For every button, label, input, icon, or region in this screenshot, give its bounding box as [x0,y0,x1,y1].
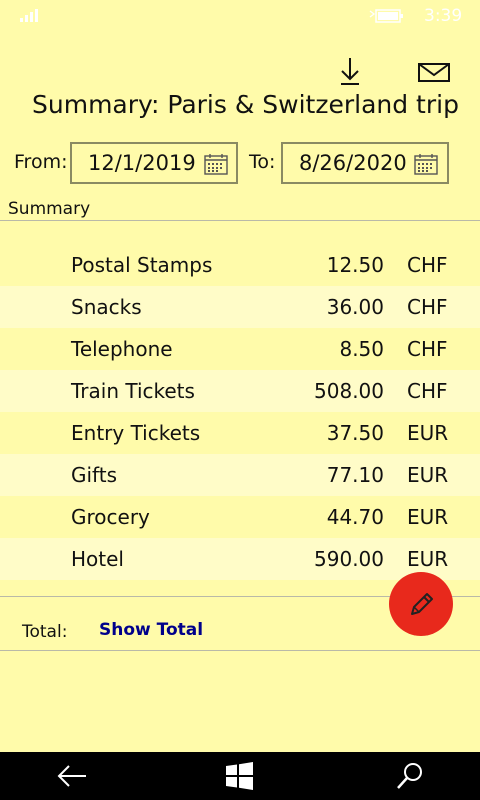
item-name: Grocery [71,505,150,529]
calendar-icon [414,154,438,175]
list-item[interactable]: Telephone 8.50 CHF [0,328,480,370]
total-label: Total: [22,622,68,642]
from-date-picker[interactable]: 12/1/2019 [70,142,238,184]
page-title: Summary: Paris & Switzerland trip [32,90,459,119]
item-amount: 77.10 [326,463,384,487]
item-amount: 508.00 [314,379,384,403]
list-item[interactable]: Gifts 77.10 EUR [0,454,480,496]
item-currency: EUR [407,505,449,529]
show-total-link[interactable]: Show Total [99,620,203,640]
item-currency: CHF [407,295,448,319]
item-amount: 12.50 [326,253,384,277]
summary-section-label: Summary [8,199,91,219]
clock: 3:39 [424,6,463,26]
item-currency: CHF [407,379,448,403]
list-item[interactable]: Grocery 44.70 EUR [0,496,480,538]
item-name: Hotel [71,547,124,571]
status-bar: 3:39 [0,0,480,32]
divider [0,650,480,651]
signal-strength-icon [20,9,38,22]
to-date-picker[interactable]: 8/26/2020 [281,142,449,184]
item-name: Gifts [71,463,118,487]
item-amount: 8.50 [339,337,384,361]
item-currency: CHF [407,253,448,277]
from-label: From: [14,151,68,173]
item-name: Snacks [71,295,142,319]
from-date-value: 12/1/2019 [88,151,196,175]
edit-fab-button[interactable] [389,572,453,636]
system-nav-bar [0,752,480,800]
item-name: Postal Stamps [71,253,213,277]
search-icon [397,763,422,789]
list-item[interactable]: Entry Tickets 37.50 EUR [0,412,480,454]
summary-list: Postal Stamps 12.50 CHF Snacks 36.00 CHF… [0,244,480,580]
item-currency: EUR [407,547,449,571]
calendar-icon [204,154,228,175]
search-button[interactable] [392,760,428,792]
email-button[interactable] [414,56,454,92]
download-icon [341,58,359,85]
item-amount: 36.00 [326,295,384,319]
item-amount: 590.00 [314,547,384,571]
item-currency: EUR [407,463,449,487]
item-amount: 37.50 [326,421,384,445]
download-button[interactable] [330,54,370,90]
windows-icon [226,762,253,790]
item-name: Entry Tickets [71,421,201,445]
item-amount: 44.70 [326,505,384,529]
back-arrow-icon [57,765,86,787]
start-button[interactable] [222,760,258,792]
email-icon [418,63,450,82]
list-item[interactable]: Postal Stamps 12.50 CHF [0,244,480,286]
item-name: Train Tickets [71,379,195,403]
back-button[interactable] [54,760,90,792]
divider [0,220,480,221]
item-currency: EUR [407,421,449,445]
list-item[interactable]: Snacks 36.00 CHF [0,286,480,328]
list-item[interactable]: Train Tickets 508.00 CHF [0,370,480,412]
to-date-value: 8/26/2020 [299,151,407,175]
item-name: Telephone [71,337,173,361]
battery-charging-icon [369,9,403,23]
to-label: To: [249,151,276,173]
item-currency: CHF [407,337,448,361]
pencil-icon [411,593,433,615]
